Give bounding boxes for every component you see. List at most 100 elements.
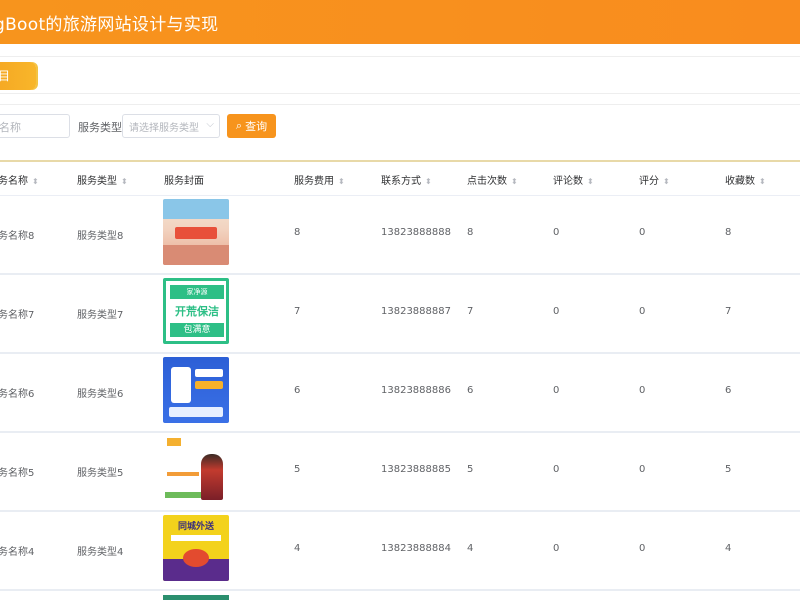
app-title: gBoot的旅游网站设计与实现 xyxy=(0,14,219,35)
cell-rating: 0 xyxy=(639,543,646,554)
column-header-comments[interactable]: 评论数 ⬍ xyxy=(553,172,594,187)
cell-name: 务名称8 xyxy=(0,231,35,242)
column-header-name[interactable]: 务名称 ⬍ xyxy=(0,172,39,187)
tab-active[interactable]: 目 xyxy=(0,62,36,90)
sort-caret-icon[interactable]: ⬍ xyxy=(425,177,432,186)
cell-favorites: 4 xyxy=(725,543,732,554)
cell-rating: 0 xyxy=(639,306,646,317)
cell-type: 服务类型4 xyxy=(77,547,124,558)
cover-tag xyxy=(195,369,223,377)
cell-clicks: 7 xyxy=(467,306,474,317)
cell-favorites: 7 xyxy=(725,306,732,317)
cell-favorites: 5 xyxy=(725,464,732,475)
cell-clicks: 4 xyxy=(467,543,474,554)
column-header-type[interactable]: 服务类型 ⬍ xyxy=(77,172,128,187)
cell-name: 务名称5 xyxy=(0,468,35,479)
sort-caret-icon[interactable]: ⬍ xyxy=(587,177,594,186)
cover-delivery-image[interactable]: 同城外送 xyxy=(163,515,229,581)
cover-headline: 开荒保洁 xyxy=(175,305,219,318)
cover-bar xyxy=(167,472,199,476)
service-type-select[interactable]: 请选择服务类型 ⌵ xyxy=(122,114,220,138)
name-search-placeholder: 名称 xyxy=(0,121,21,134)
sort-caret-icon[interactable]: ⬍ xyxy=(663,177,670,186)
cover-slogan: 包满意 xyxy=(170,323,224,337)
cover-grid xyxy=(169,407,223,417)
cell-type: 服务类型8 xyxy=(77,231,124,242)
column-header-fee[interactable]: 服务费用 ⬍ xyxy=(294,172,345,187)
sort-caret-icon[interactable]: ⬍ xyxy=(338,177,345,186)
column-header-rating[interactable]: 评分 ⬍ xyxy=(639,172,670,187)
cell-phone: 13823888886 xyxy=(381,385,451,396)
column-header-phone[interactable]: 联系方式 ⬍ xyxy=(381,172,432,187)
table-header: 务名称 ⬍ 服务类型 ⬍ 服务封面 服务费用 ⬍ 联系方式 ⬍ 点击次数 ⬍ 评论数 ⬍ 评… xyxy=(0,162,800,196)
table-row-partial xyxy=(0,593,800,600)
cell-comments: 0 xyxy=(553,227,560,238)
cover-person-image[interactable] xyxy=(163,436,229,502)
cover-cleaning-image[interactable]: 家净源 开荒保洁 包满意 xyxy=(163,278,229,344)
sort-caret-icon[interactable]: ⬍ xyxy=(121,177,128,186)
cover-app-badge xyxy=(195,381,223,389)
cell-favorites: 8 xyxy=(725,227,732,238)
service-type-placeholder: 请选择服务类型 xyxy=(129,123,199,134)
cell-fee: 7 xyxy=(294,306,301,317)
cell-favorites: 6 xyxy=(725,385,732,396)
cover-app-image[interactable] xyxy=(163,357,229,423)
table-row[interactable]: 务名称5 服务类型5 5 13823888885 5 0 0 5 xyxy=(0,433,800,512)
cell-clicks: 6 xyxy=(467,385,474,396)
cover-logo xyxy=(167,438,181,446)
cell-rating: 0 xyxy=(639,227,646,238)
cell-comments: 0 xyxy=(553,306,560,317)
name-search-input[interactable]: 名称 xyxy=(0,114,70,138)
cell-phone: 13823888885 xyxy=(381,464,451,475)
cell-comments: 0 xyxy=(553,385,560,396)
cell-phone: 13823888888 xyxy=(381,227,451,238)
query-button[interactable]: ⌕ 查询 xyxy=(227,114,276,138)
cell-name: 务名称4 xyxy=(0,547,35,558)
sort-caret-icon[interactable]: ⬍ xyxy=(759,177,766,186)
cover-banner xyxy=(175,227,217,239)
cover-person xyxy=(201,454,223,500)
cell-comments: 0 xyxy=(553,543,560,554)
cover-brand: 家净源 xyxy=(170,285,224,299)
cell-fee: 8 xyxy=(294,227,301,238)
tabs-bar: 目 xyxy=(0,56,800,94)
cover-footer xyxy=(165,492,201,498)
cell-rating: 0 xyxy=(639,385,646,396)
cover-phone xyxy=(171,367,191,403)
table-row[interactable]: 务名称7 服务类型7 家净源 开荒保洁 包满意 7 13823888887 7 … xyxy=(0,275,800,354)
table-row[interactable]: 务名称8 服务类型8 8 13823888888 8 0 0 8 xyxy=(0,196,800,275)
cell-fee: 4 xyxy=(294,543,301,554)
cell-phone: 13823888884 xyxy=(381,543,451,554)
app-header: gBoot的旅游网站设计与实现 xyxy=(0,0,800,44)
column-header-cover: 服务封面 xyxy=(164,176,204,187)
cell-comments: 0 xyxy=(553,464,560,475)
column-header-clicks[interactable]: 点击次数 ⬍ xyxy=(467,172,518,187)
cover-travel-image[interactable] xyxy=(163,199,229,265)
cell-type: 服务类型5 xyxy=(77,468,124,479)
cover-road xyxy=(163,245,229,265)
table-row[interactable]: 务名称6 服务类型6 6 13823888886 6 0 0 6 xyxy=(0,354,800,433)
cell-phone: 13823888887 xyxy=(381,306,451,317)
cell-clicks: 5 xyxy=(467,464,474,475)
cell-fee: 6 xyxy=(294,385,301,396)
cell-name: 务名称6 xyxy=(0,389,35,400)
cover-food xyxy=(183,549,209,567)
cover-subline xyxy=(171,535,221,541)
column-header-favorites[interactable]: 收藏数 ⬍ xyxy=(725,172,766,187)
service-type-label: 服务类型 xyxy=(78,121,122,134)
cell-rating: 0 xyxy=(639,464,646,475)
cell-fee: 5 xyxy=(294,464,301,475)
cell-type: 服务类型7 xyxy=(77,310,124,321)
sort-caret-icon[interactable]: ⬍ xyxy=(32,177,39,186)
sort-caret-icon[interactable]: ⬍ xyxy=(511,177,518,186)
chevron-down-icon: ⌵ xyxy=(206,119,214,130)
search-bar: 名称 服务类型 请选择服务类型 ⌵ ⌕ 查询 xyxy=(0,104,800,148)
search-icon: ⌕ xyxy=(235,119,243,132)
cell-name: 务名称7 xyxy=(0,310,35,321)
cover-sky xyxy=(163,199,229,219)
cell-type: 服务类型6 xyxy=(77,389,124,400)
cell-clicks: 8 xyxy=(467,227,474,238)
table-row[interactable]: 务名称4 服务类型4 同城外送 4 13823888884 4 0 0 4 xyxy=(0,512,800,591)
query-button-label: 查询 xyxy=(245,120,268,133)
cover-headline: 同城外送 xyxy=(177,522,214,532)
